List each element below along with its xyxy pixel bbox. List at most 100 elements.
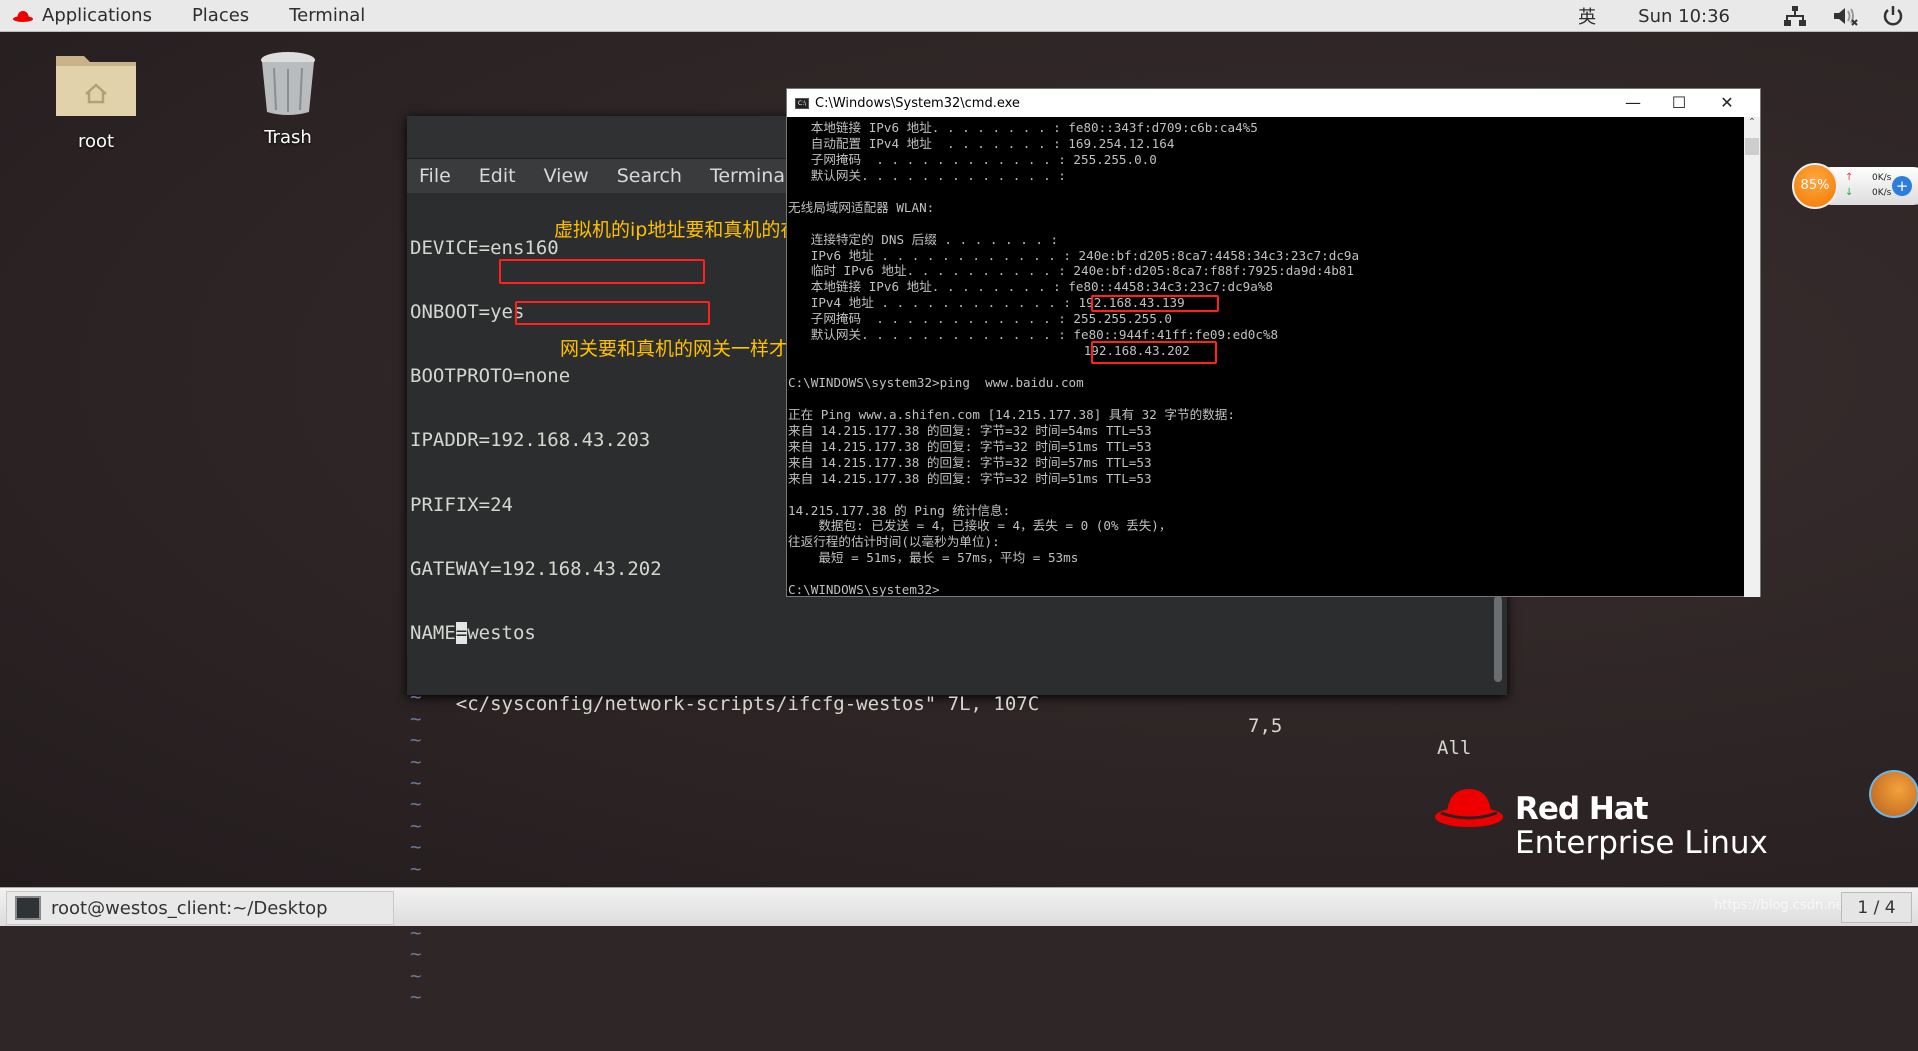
- menu-file[interactable]: File: [419, 165, 451, 187]
- cmd-line: 最短 = 51ms，最长 = 57ms，平均 = 53ms: [788, 550, 1079, 566]
- cmd-app-icon: C:\: [795, 97, 809, 109]
- menu-search[interactable]: Search: [617, 165, 682, 187]
- cmd-line: [788, 216, 1743, 232]
- network-icon[interactable]: [1784, 6, 1806, 26]
- applications-menu[interactable]: Applications: [22, 5, 172, 26]
- desktop-icon-root[interactable]: root: [50, 48, 142, 152]
- file-line: IPADDR=192.168.43.203: [410, 429, 651, 452]
- file-line: PRIFIX=24: [410, 493, 513, 516]
- status-scroll: All: [1437, 737, 1472, 759]
- text-cursor: =: [455, 622, 468, 645]
- file-line: GATEWAY=192.168.43.202: [410, 557, 662, 580]
- power-icon[interactable]: [1882, 5, 1904, 27]
- brand-line2: Enterprise Linux: [1515, 825, 1768, 861]
- taskbar-terminal-button[interactable]: root@westos_client:~/Desktop: [6, 891, 394, 925]
- cmd-line: 正在 Ping www.a.shifen.com [14.215.177.38]…: [788, 406, 1235, 422]
- empty-line-tilde: ~: [410, 836, 422, 859]
- cmd-line: IPv6 地址 . . . . . . . . . . . . : 240e:b…: [788, 247, 1360, 263]
- cmd-line: 来自 14.215.177.38 的回复: 字节=32 时间=51ms TTL=…: [788, 438, 1152, 454]
- ipv4-highlight: [1091, 295, 1219, 312]
- redhat-hat-icon: [1435, 789, 1503, 827]
- volume-muted-icon[interactable]: [1834, 6, 1858, 26]
- redhat-logo: Red Hat Enterprise Linux: [1433, 783, 1768, 861]
- upload-arrow-icon: ↑: [1845, 172, 1854, 183]
- cmd-title: C:\Windows\System32\cmd.exe: [815, 95, 1020, 111]
- name-key: NAME: [410, 622, 456, 645]
- desktop-icon-label: root: [77, 131, 115, 152]
- workspace-pager[interactable]: 1 / 4: [1841, 892, 1912, 923]
- download-arrow-icon: ↓: [1845, 187, 1854, 198]
- top-bar: Applications Places Terminal 英 Sun 10:36: [0, 0, 1918, 32]
- host-gateway-highlight: [1091, 341, 1217, 364]
- terminal-scrollbar[interactable]: [1494, 596, 1502, 682]
- status-file: <c/sysconfig/network-scripts/ifcfg-westo…: [455, 693, 1040, 715]
- empty-line-tilde: ~: [410, 793, 422, 816]
- empty-line-tilde: ~: [410, 986, 422, 1009]
- cmd-line: 自动配置 IPv4 地址 . . . . . . . : 169.254.12.…: [788, 135, 1175, 151]
- cmd-line: 往返行程的估计时间(以毫秒为单位):: [788, 534, 1000, 550]
- empty-line-tilde: ~: [410, 943, 422, 966]
- cmd-line: 数据包: 已发送 = 4，已接收 = 4，丢失 = 0 (0% 丢失)，: [788, 518, 1172, 534]
- cmd-line: 本地链接 IPv6 地址. . . . . . . . : fe80::4458…: [788, 279, 1273, 295]
- cmd-line: 本地链接 IPv6 地址. . . . . . . . : fe80::343f…: [788, 120, 1258, 135]
- file-line: BOOTPROTO=none: [410, 365, 571, 388]
- places-menu[interactable]: Places: [172, 5, 269, 26]
- task-label: root@westos_client:~/Desktop: [51, 897, 328, 919]
- menu-view[interactable]: View: [544, 165, 589, 187]
- cmd-line: [788, 184, 1743, 200]
- cmd-output[interactable]: 本地链接 IPv6 地址. . . . . . . . : fe80::343f…: [788, 120, 1743, 596]
- upload-speed: 0K/s: [1872, 173, 1892, 183]
- terminal-menu[interactable]: Terminal: [269, 5, 385, 26]
- empty-line-tilde: ~: [410, 964, 422, 987]
- gateway-highlight: [515, 301, 710, 325]
- cmd-window[interactable]: C:\ C:\Windows\System32\cmd.exe — ☐ ✕ 本地…: [786, 88, 1761, 597]
- cmd-line: 子网掩码 . . . . . . . . . . . . : 255.255.0…: [788, 151, 1157, 167]
- cmd-line: 来自 14.215.177.38 的回复: 字节=32 时间=57ms TTL=…: [788, 454, 1152, 470]
- taskbar: root@westos_client:~/Desktop https://blo…: [0, 887, 1918, 926]
- cmd-line: [788, 359, 1743, 375]
- cmd-line: C:\WINDOWS\system32>ping www.baidu.com: [788, 375, 1084, 390]
- cmd-line: 临时 IPv6 地址. . . . . . . . . . : 240e:bf:…: [788, 263, 1354, 279]
- desktop-icon-label: Trash: [264, 127, 312, 148]
- menu-terminal[interactable]: Terminal: [710, 165, 790, 187]
- download-speed: 0K/s: [1872, 188, 1892, 198]
- cmd-line: [788, 391, 1743, 407]
- brand-line1: Red Hat: [1515, 791, 1649, 827]
- ipaddr-highlight: [499, 259, 705, 284]
- menu-edit[interactable]: Edit: [479, 165, 516, 187]
- close-button[interactable]: ✕: [1704, 89, 1750, 117]
- cmd-line: 默认网关. . . . . . . . . . . . . :: [788, 167, 1066, 183]
- vim-status-line: <c/sysconfig/network-scripts/ifcfg-westo…: [410, 671, 1480, 781]
- minimize-button[interactable]: —: [1610, 89, 1656, 117]
- empty-line-tilde: ~: [410, 814, 422, 837]
- plus-icon[interactable]: +: [1892, 176, 1912, 196]
- cmd-line: 192.168.43.202: [788, 343, 1190, 359]
- maximize-button[interactable]: ☐: [1656, 89, 1702, 117]
- cmd-line: [788, 566, 1743, 582]
- cmd-line: 连接特定的 DNS 后缀 . . . . . . . :: [788, 231, 1059, 247]
- terminal-icon: [15, 896, 41, 920]
- floating-avatar[interactable]: [1869, 770, 1918, 818]
- cmd-line: IPv4 地址 . . . . . . . . . . . . : 192.16…: [788, 295, 1185, 311]
- scroll-up-icon[interactable]: ⌃: [1744, 117, 1760, 128]
- cmd-line: 来自 14.215.177.38 的回复: 字节=32 时间=54ms TTL=…: [788, 422, 1152, 438]
- desktop-icon-trash[interactable]: Trash: [245, 50, 331, 148]
- scroll-thumb[interactable]: [1745, 138, 1759, 155]
- trash-icon: [261, 52, 315, 115]
- status-position: 7,5: [1248, 715, 1283, 737]
- cmd-line: 默认网关. . . . . . . . . . . . . : fe80::94…: [788, 327, 1279, 343]
- network-speed-widget[interactable]: 85% ↑ ↓ 0K/s 0K/s +: [1792, 163, 1918, 209]
- cmd-line: 14.215.177.38 的 Ping 统计信息:: [788, 502, 1011, 518]
- input-method-indicator[interactable]: 英: [1578, 3, 1596, 29]
- cmd-line: C:\WINDOWS\system32>: [788, 582, 940, 596]
- cmd-line: 来自 14.215.177.38 的回复: 字节=32 时间=51ms TTL=…: [788, 470, 1152, 486]
- cmd-line: [788, 487, 1743, 503]
- memory-usage-badge: 85%: [1792, 163, 1838, 209]
- home-folder-icon: [56, 56, 136, 116]
- cmd-scrollbar[interactable]: ⌃: [1744, 117, 1760, 597]
- clock[interactable]: Sun 10:36: [1638, 6, 1730, 27]
- cmd-titlebar[interactable]: C:\ C:\Windows\System32\cmd.exe — ☐ ✕: [787, 89, 1760, 117]
- cmd-line: 无线局域网适配器 WLAN:: [788, 199, 935, 215]
- name-value: westos: [467, 622, 536, 645]
- cmd-line: 子网掩码 . . . . . . . . . . . . : 255.255.2…: [788, 311, 1172, 327]
